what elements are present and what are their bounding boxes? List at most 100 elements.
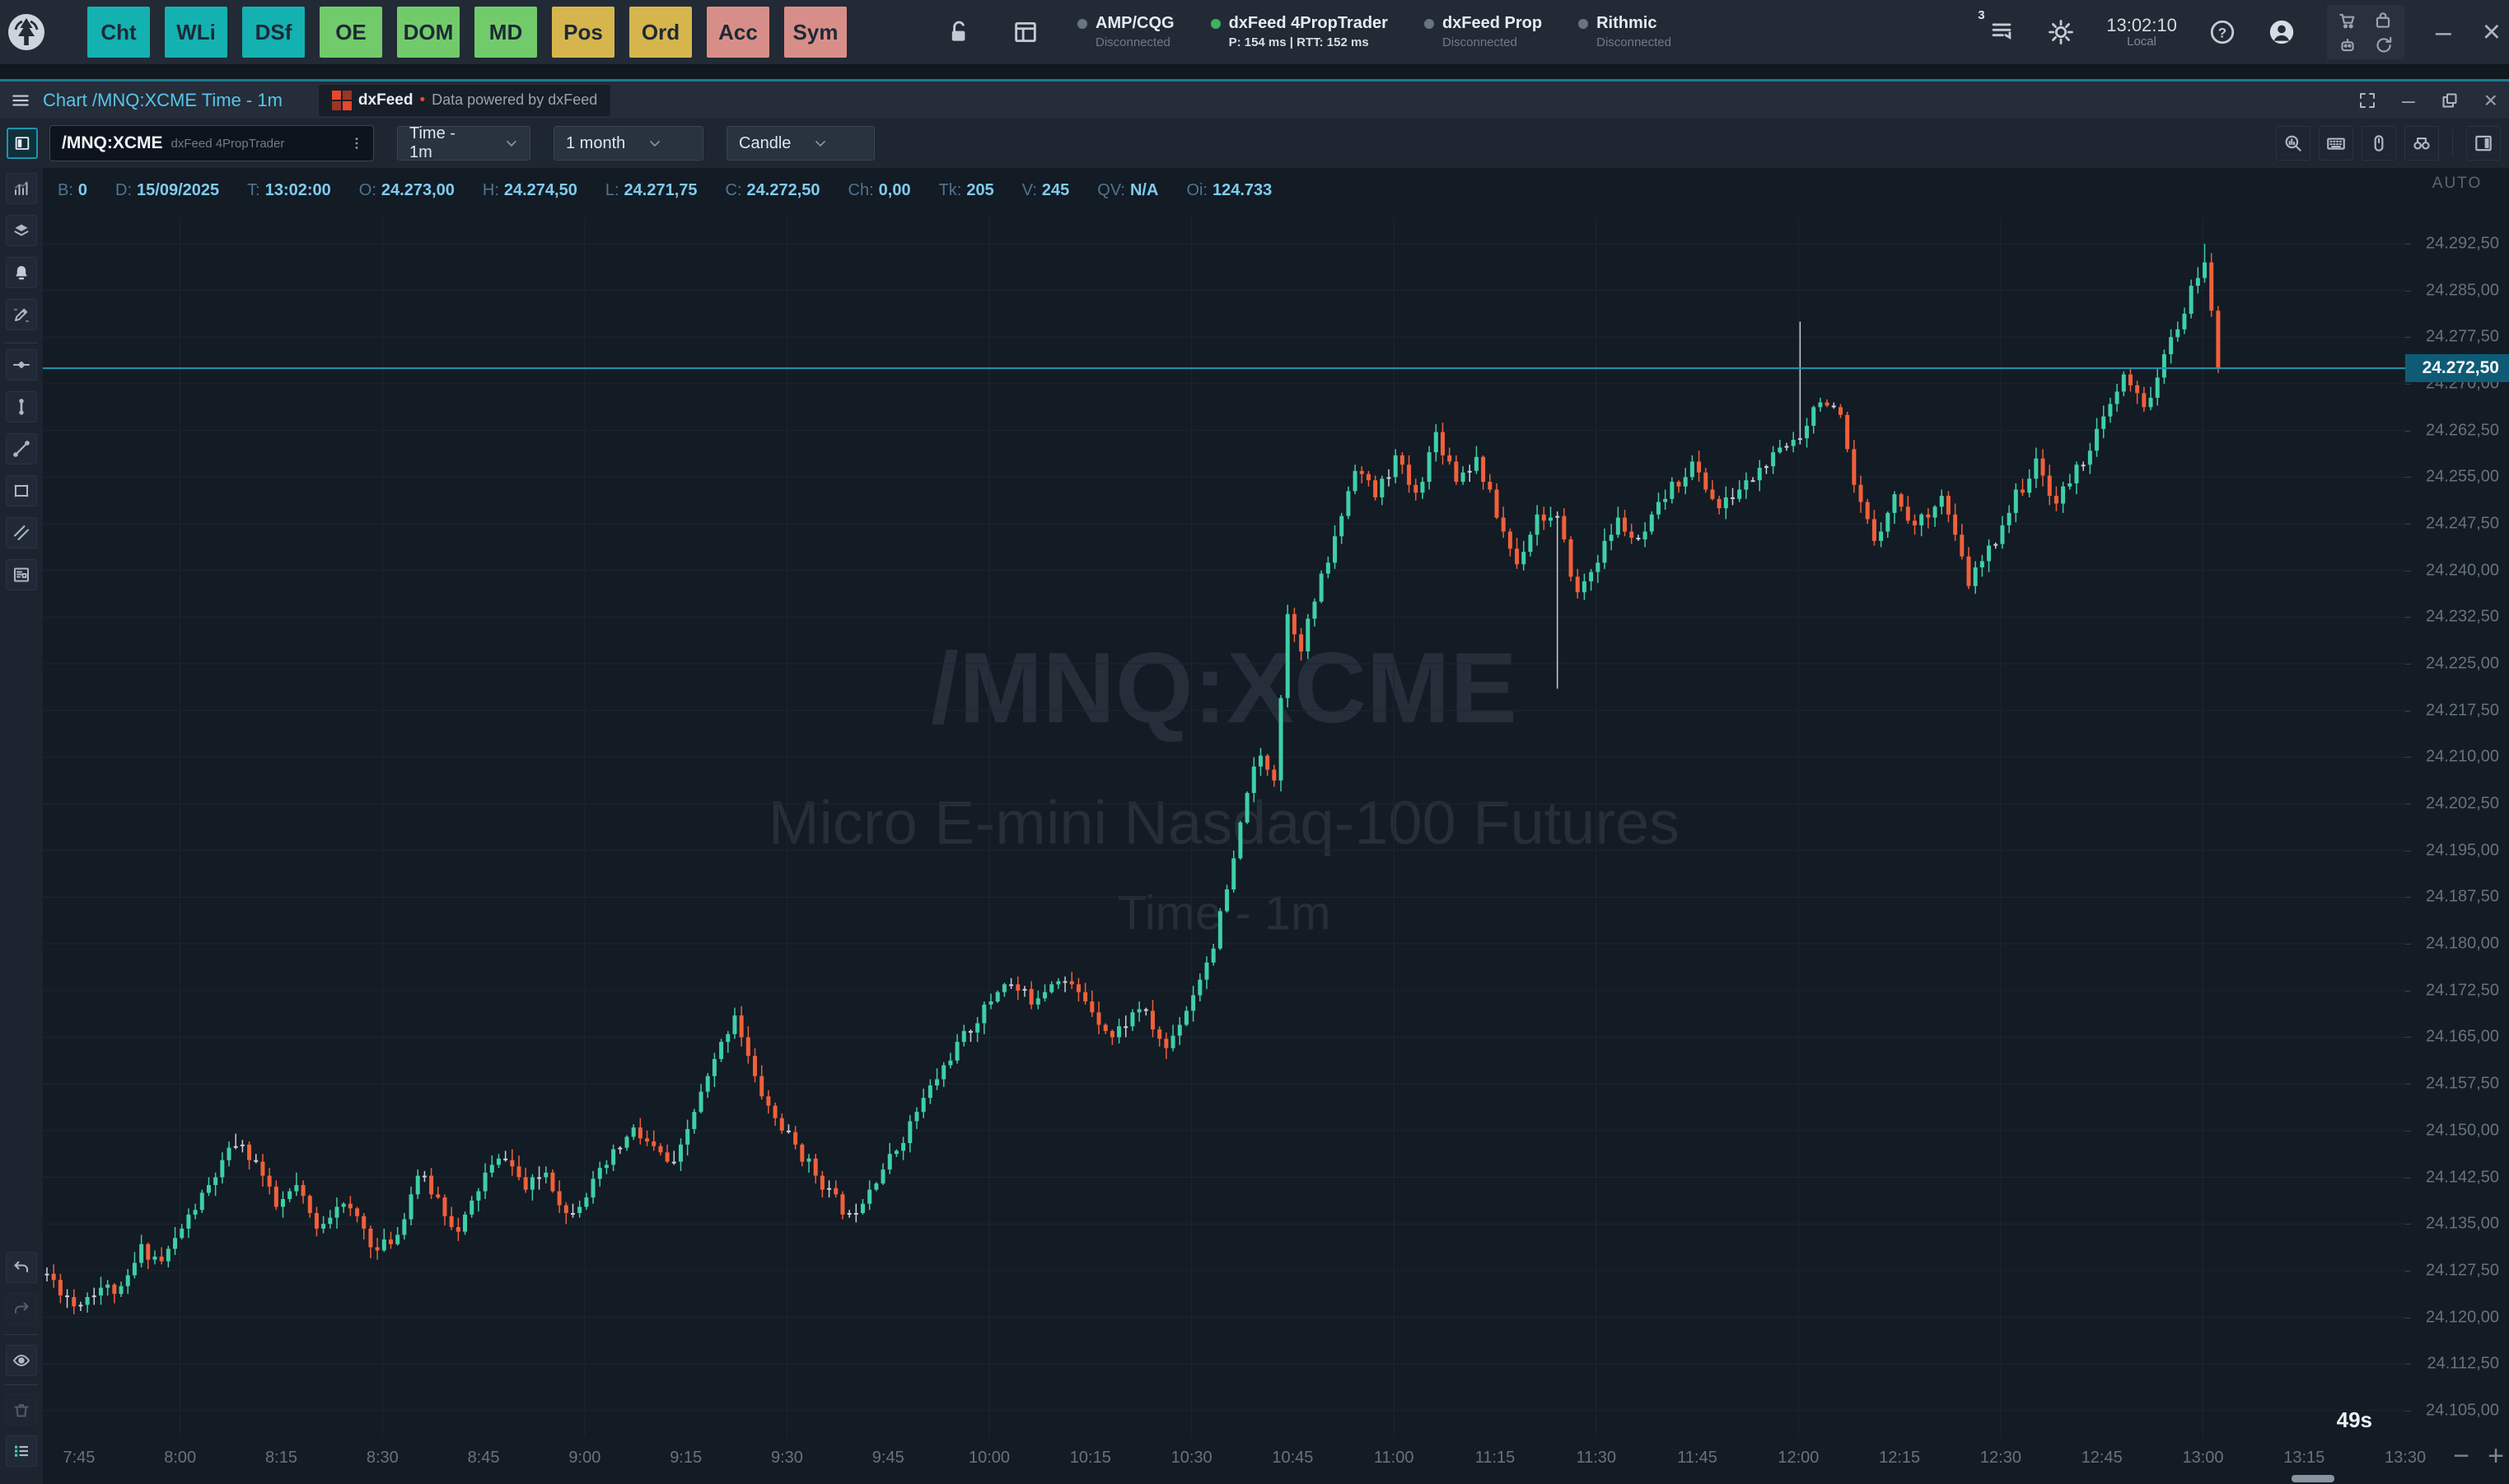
price-tick: 24.187,50 [2426, 888, 2499, 907]
time-tick: 11:45 [1677, 1449, 1717, 1468]
symbol-input[interactable]: /MNQ:XCME dxFeed 4PropTrader [49, 125, 374, 161]
bag-icon[interactable] [2372, 10, 2394, 31]
chat-icon [1988, 16, 2016, 44]
price-tick-mark [2405, 851, 2411, 852]
price-tick-mark [2405, 1084, 2411, 1085]
module-button-md[interactable]: MD [474, 7, 537, 58]
connection-status: P: 154 ms | RTT: 152 ms [1229, 35, 1388, 49]
sidebar-tool-chart-bars[interactable] [6, 173, 37, 204]
price-axis-auto-label[interactable]: AUTO [2405, 175, 2509, 193]
window-close-button[interactable]: × [2484, 89, 2497, 112]
ohlc-field-qv: QV:N/A [1097, 181, 1158, 200]
help-icon[interactable]: ? [2208, 18, 2236, 46]
price-tick: 24.142,50 [2426, 1168, 2499, 1187]
sidebar-tool-eye[interactable] [6, 1345, 37, 1376]
workspace-icon[interactable] [1012, 18, 1040, 46]
sidebar-tool-hline-tool[interactable] [6, 349, 37, 380]
module-button-dsf[interactable]: DSf [242, 7, 305, 58]
price-tick: 24.127,50 [2426, 1261, 2499, 1280]
sidebar-tool-pencil[interactable] [6, 299, 37, 330]
bot-icon[interactable] [2337, 34, 2358, 55]
price-tick-mark [2405, 571, 2411, 572]
window-minimize-button[interactable]: – [2402, 89, 2415, 112]
chart-dropdowns: Time - 1m 1 month Candle [374, 126, 875, 161]
panel-right-button[interactable] [2466, 126, 2501, 161]
sidebar-tool-channel-tool[interactable] [6, 517, 37, 548]
price-axis[interactable]: AUTO 24.292,5024.285,0024.277,5024.270,0… [2405, 168, 2509, 1437]
account-avatar[interactable] [2268, 18, 2296, 46]
trendline-tool-icon [12, 439, 31, 459]
ohlc-field-v: V:245 [1022, 181, 1070, 200]
dropdown-value: 1 month [566, 134, 625, 153]
bar-countdown: 49s [2337, 1407, 2372, 1433]
sidebar-tool-trendline-tool[interactable] [6, 433, 37, 464]
chart-main-area: B:0D:15/09/2025T:13:02:00O:24.273,00H:24… [43, 168, 2509, 1484]
badge-text: Data powered by dxFeed [432, 91, 597, 109]
chat-button[interactable]: 3 [1988, 16, 2016, 49]
app-close-button[interactable]: × [2483, 16, 2501, 48]
price-tick: 24.172,50 [2426, 981, 2499, 1000]
sidebar-tool-undo[interactable] [6, 1252, 37, 1283]
window-controls: – × [2357, 89, 2497, 112]
analyze-search-button[interactable] [2276, 126, 2310, 161]
price-tick-mark [2405, 1131, 2411, 1132]
module-button-dom[interactable]: DOM [397, 7, 460, 58]
price-tick: 24.150,00 [2426, 1121, 2499, 1140]
panel-toggle-button[interactable] [7, 128, 38, 159]
sidebar-tool-rect-tool[interactable] [6, 475, 37, 506]
settings-gear-icon[interactable] [2047, 18, 2075, 46]
price-tick-mark [2405, 1411, 2411, 1412]
keyboard-button[interactable] [2319, 126, 2353, 161]
timeframe-select[interactable]: Time - 1m [397, 126, 530, 161]
connection-amp-cqg[interactable]: AMP/CQGDisconnected [1077, 14, 1175, 49]
window-restore-icon[interactable] [2440, 91, 2460, 110]
mouse-button[interactable] [2362, 126, 2396, 161]
window-menu-icon[interactable] [10, 90, 31, 111]
zoom-in-button[interactable]: + [2488, 1442, 2504, 1470]
connection-name: dxFeed Prop [1442, 14, 1542, 33]
price-tick-mark [2405, 944, 2411, 945]
window-expand-icon[interactable] [2357, 91, 2377, 110]
module-button-ord[interactable]: Ord [629, 7, 692, 58]
module-button-acc[interactable]: Acc [707, 7, 769, 58]
store-panel [2327, 5, 2404, 59]
kebab-menu-icon[interactable] [348, 135, 365, 152]
sidebar-tool-vline-tool[interactable] [6, 391, 37, 422]
module-button-cht[interactable]: Cht [87, 7, 150, 58]
lock-open-icon[interactable] [946, 18, 974, 46]
time-axis[interactable]: 7:458:008:158:308:459:009:159:309:4510:0… [43, 1437, 2509, 1484]
time-tick: 9:45 [872, 1449, 904, 1468]
sidebar-separator [5, 1384, 38, 1385]
sidebar-tool-layers[interactable] [6, 215, 37, 246]
candlestick-canvas[interactable] [43, 168, 2405, 1437]
ohlc-field-b: B:0 [58, 181, 87, 200]
time-tick: 8:30 [367, 1449, 399, 1468]
module-button-pos[interactable]: Pos [552, 7, 614, 58]
scrollbar-thumb[interactable] [2292, 1475, 2334, 1482]
chart-plot-area[interactable]: /MNQ:XCME Micro E-mini Nasdaq-100 Future… [43, 168, 2405, 1437]
connection-dxfeed-prop[interactable]: dxFeed PropDisconnected [1424, 14, 1542, 49]
connection-rithmic[interactable]: RithmicDisconnected [1578, 14, 1671, 49]
module-button-sym[interactable]: Sym [784, 7, 847, 58]
panel-right-icon [2473, 133, 2494, 154]
module-button-oe[interactable]: OE [320, 7, 382, 58]
sidebar-tool-list-settings[interactable] [6, 559, 37, 590]
time-tick: 8:15 [265, 1449, 297, 1468]
sidebar-tool-list-colored[interactable] [6, 1435, 37, 1467]
connection-dxfeed-4proptrader[interactable]: dxFeed 4PropTraderP: 154 ms | RTT: 152 m… [1211, 14, 1388, 49]
sidebar-tool-bell[interactable] [6, 257, 37, 288]
app-minimize-button[interactable]: – [2436, 18, 2451, 46]
binoculars-button[interactable] [2404, 126, 2439, 161]
dxfeed-logo-icon [332, 91, 352, 110]
dxfeed-brand: dxFeed [358, 91, 413, 110]
module-button-wli[interactable]: WLi [165, 7, 227, 58]
badge-dot: • [419, 91, 425, 110]
keyboard-icon [2325, 133, 2347, 154]
chart-type-select[interactable]: Candle [727, 126, 875, 161]
cart-icon[interactable] [2337, 10, 2358, 31]
refresh-icon[interactable] [2372, 34, 2394, 55]
time-tick: 12:45 [2081, 1449, 2123, 1468]
zoom-out-button[interactable]: − [2453, 1442, 2469, 1470]
range-select[interactable]: 1 month [554, 126, 703, 161]
app-toolbar: Cht WLi DSf OE DOM MD Pos Ord Acc Sym AMP/CQGDisc… [0, 0, 2509, 64]
